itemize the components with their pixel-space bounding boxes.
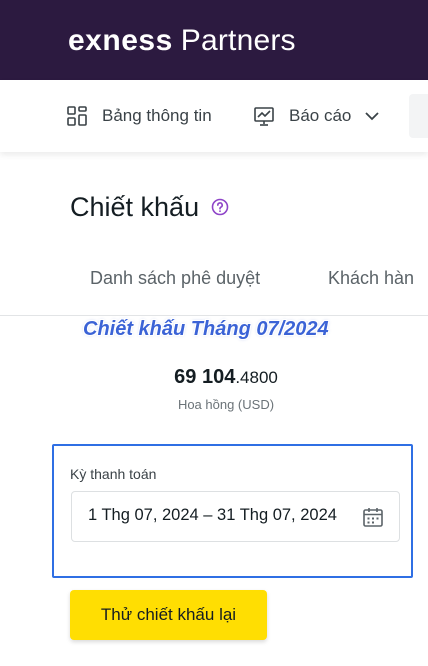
page-title-text: Chiết khấu <box>70 192 200 222</box>
amount-decimal: .4800 <box>235 368 278 387</box>
date-range-value: 1 Thg 07, 2024 – 31 Thg 07, 2024 <box>88 506 337 524</box>
nav-item-overflow[interactable] <box>409 94 428 138</box>
main-navigation: Bảng thông tin Báo cáo <box>0 80 428 152</box>
chart-monitor-icon <box>253 105 275 127</box>
exness-partners-logo[interactable]: exness Partners <box>68 22 296 60</box>
retry-rebate-button[interactable]: Thử chiết khấu lại <box>70 590 267 640</box>
nav-reports-label: Báo cáo <box>289 106 352 125</box>
commission-amount: 69 104.4800 <box>0 366 428 389</box>
period-label: Kỳ thanh toán <box>70 466 157 482</box>
payment-period-panel: Kỳ thanh toán 1 Thg 07, 2024 – 31 Thg 07… <box>52 444 413 578</box>
amount-label: Hoa hồng (USD) <box>177 397 275 412</box>
calendar-icon[interactable] <box>362 506 384 533</box>
page-title: Chiết khấu <box>70 192 229 223</box>
nav-item-reports[interactable]: Báo cáo <box>253 80 380 152</box>
top-header: exness Partners <box>0 0 428 80</box>
nav-dashboard-label: Bảng thông tin <box>102 106 212 125</box>
dashboard-grid-icon <box>66 105 88 127</box>
help-circle-icon[interactable] <box>211 192 229 223</box>
logo-suffix: Partners <box>180 24 296 57</box>
amount-integer: 69 104 <box>174 366 236 388</box>
date-range-field[interactable]: 1 Thg 07, 2024 – 31 Thg 07, 2024 <box>71 491 400 542</box>
tab-bar: Danh sách phê duyệt Khách hàn <box>0 260 428 316</box>
tab-clients[interactable]: Khách hàn <box>328 268 414 289</box>
nav-item-dashboard[interactable]: Bảng thông tin <box>66 80 212 152</box>
logo-brand: exness <box>68 24 173 57</box>
chevron-down-icon <box>365 111 380 121</box>
tab-approval-list[interactable]: Danh sách phê duyệt <box>90 268 260 289</box>
overlay-caption: Chiết khấu Tháng 07/2024 <box>83 318 329 340</box>
